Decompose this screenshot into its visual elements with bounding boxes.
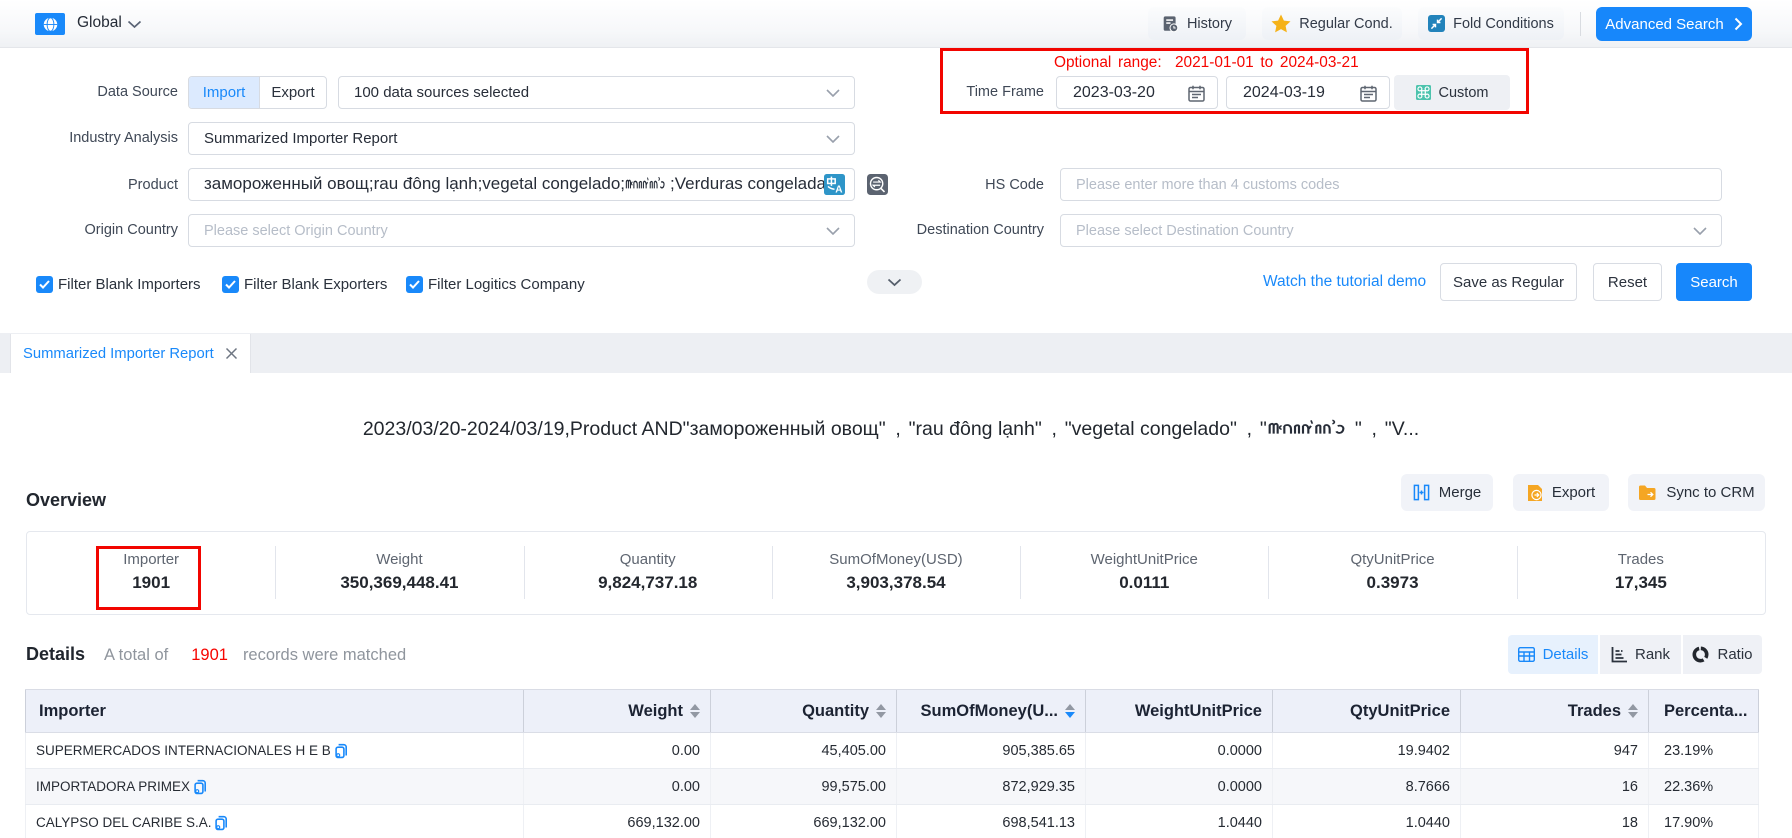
svg-text:A: A bbox=[835, 184, 842, 195]
